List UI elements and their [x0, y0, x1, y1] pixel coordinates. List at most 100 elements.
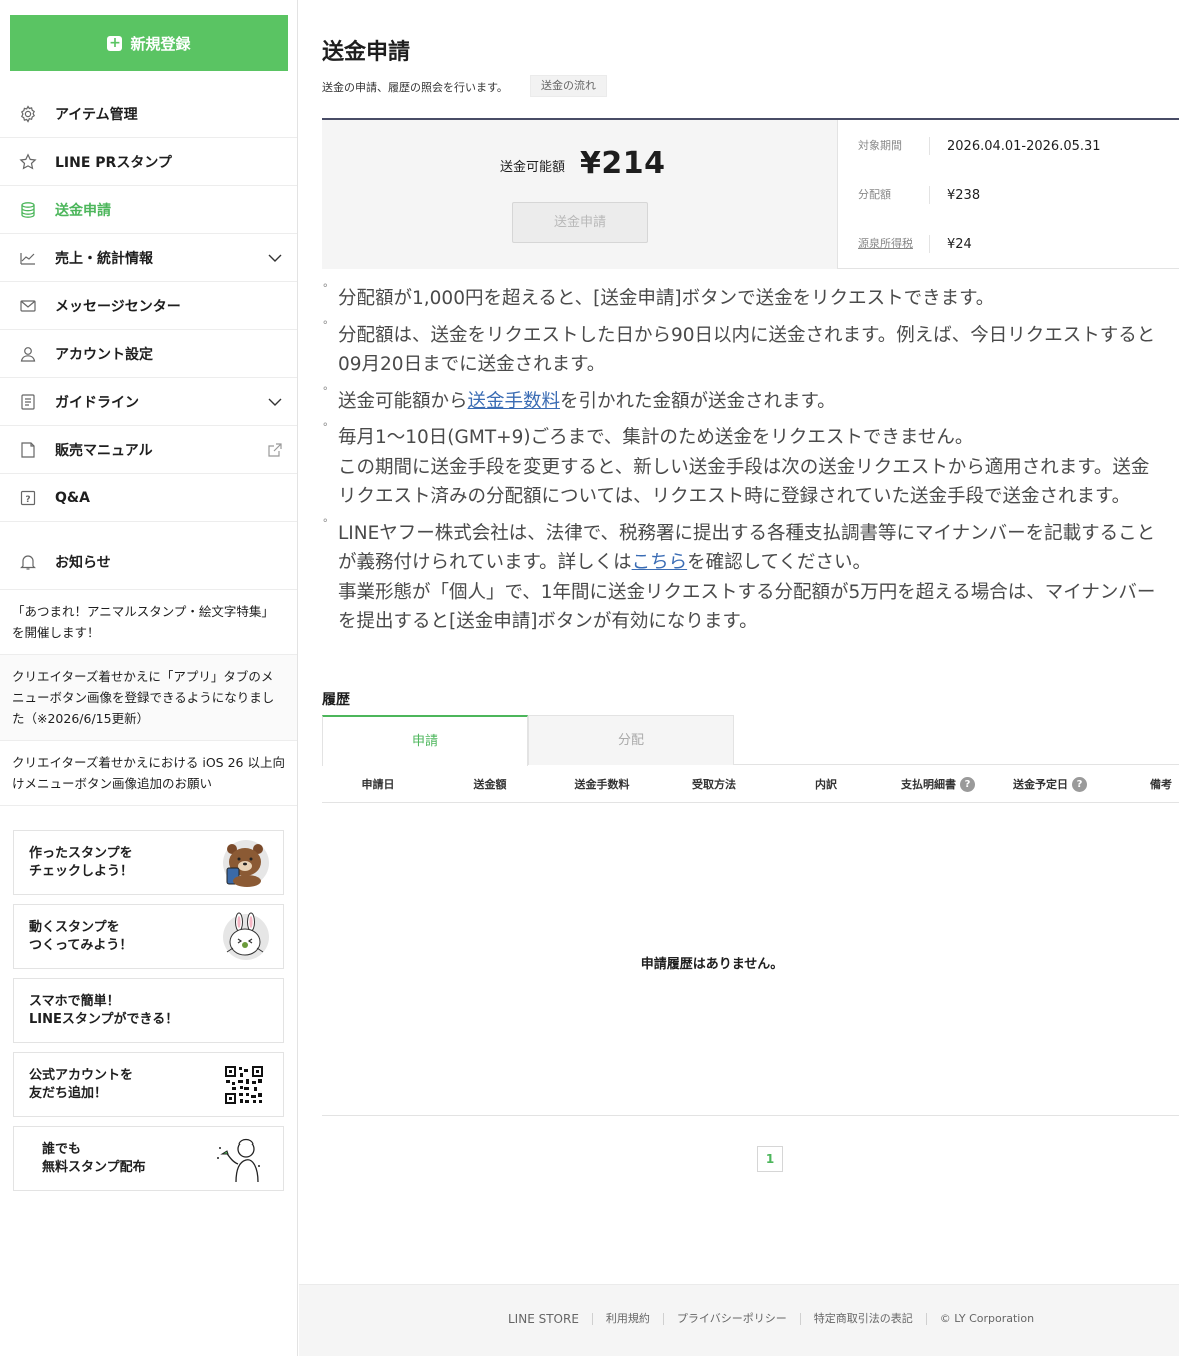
- banner-free-stamps[interactable]: 誰でも 無料スタンプ配布: [13, 1126, 284, 1191]
- table-divider: [322, 1115, 1179, 1116]
- summary-row-distribution: 分配額 ¥238: [858, 185, 980, 205]
- column-header: 送金予定日?: [994, 766, 1106, 803]
- mail-icon: [19, 297, 37, 315]
- column-header: 送金額: [434, 766, 546, 803]
- sidebar-item-pr-stamp[interactable]: LINE PRスタンプ: [0, 138, 297, 186]
- sidebar-item-guideline[interactable]: ガイドライン: [0, 378, 297, 426]
- external-link-icon: [268, 443, 282, 457]
- question-icon: ?: [19, 489, 37, 507]
- banner-text: 公式アカウントを 友だち追加！: [29, 1067, 134, 1101]
- brown-bear-icon: [223, 840, 269, 887]
- note-line: 送金可能額から送金手数料を引かれた金額が送金されます。: [338, 387, 1179, 417]
- note-text: 毎月1〜10日(GMT+9)ごろまで、集計のため送金をリクエストできません。: [338, 427, 974, 448]
- banner-text: 作ったスタンプを チェックしよう！: [29, 845, 134, 879]
- banner-text: 動くスタンプを つくってみよう！: [29, 919, 133, 953]
- remittance-fee-link[interactable]: 送金手数料: [468, 391, 561, 412]
- chevron-down-icon[interactable]: [267, 250, 283, 266]
- remittance-summary: 送金可能額 ¥214 送金申請 対象期間 2026.04.01-2026.05.…: [322, 118, 1179, 269]
- note-text: LINEヤフー株式会社は、法律で、税務署に提出する各種支払調書等にマイナンバーを…: [338, 522, 1156, 544]
- column-header: 備考: [1122, 766, 1179, 803]
- sidebar-item-label: LINE PRスタンプ: [55, 154, 172, 171]
- my-number-details-link[interactable]: こちら: [632, 552, 688, 573]
- sidebar-item-notice[interactable]: お知らせ: [0, 534, 297, 590]
- book-icon: [19, 441, 37, 459]
- sidebar-item-sales-manual[interactable]: 販売マニュアル: [0, 426, 297, 474]
- help-icon[interactable]: ?: [1072, 777, 1087, 792]
- sidebar-item-label: メッセージセンター: [55, 298, 181, 315]
- banner-text: スマホで簡単！ LINEスタンプができる！: [29, 993, 179, 1027]
- remittance-flow-button[interactable]: 送金の流れ: [530, 75, 607, 97]
- svg-text:?: ?: [25, 495, 30, 505]
- sidebar-item-item-management[interactable]: アイテム管理: [0, 90, 297, 138]
- footer-link-commerce-law[interactable]: 特定商取引法の表記: [801, 1312, 927, 1325]
- available-amount-value: ¥214: [580, 146, 666, 181]
- sidebar-item-remittance[interactable]: 送金申請: [0, 186, 297, 234]
- footer-link-line-store[interactable]: LINE STORE: [508, 1312, 593, 1325]
- footer-link-terms[interactable]: 利用規約: [593, 1312, 664, 1325]
- send-request-button[interactable]: 送金申請: [512, 202, 648, 243]
- sidebar-item-sales-stats[interactable]: 売上・統計情報: [0, 234, 297, 282]
- tab-application[interactable]: 申請: [322, 715, 528, 766]
- sidebar-item-qa[interactable]: ? Q&A: [0, 474, 297, 522]
- note-text: が義務付けられています。詳しくは: [338, 552, 632, 573]
- coins-icon: [19, 201, 37, 219]
- footer: LINE STORE 利用規約 プライバシーポリシー 特定商取引法の表記 © L…: [299, 1284, 1179, 1356]
- column-label: 送金手数料: [574, 778, 630, 791]
- note-text: を提出すると[送金申請]ボタンが有効になります。: [338, 611, 758, 632]
- sidebar-nav: アイテム管理 LINE PRスタンプ 送金申請 売上・統計情報 メッセージセンタ…: [0, 90, 297, 806]
- qr-code-icon: [225, 1066, 263, 1104]
- column-label: 支払明細書: [901, 778, 956, 791]
- summary-label: 対象期間: [858, 137, 930, 155]
- banner-smartphone-stamps[interactable]: スマホで簡単！ LINEスタンプができる！: [13, 978, 284, 1043]
- sidebar-item-label: 送金申請: [55, 202, 111, 219]
- note-text: この期間に送金手段を変更すると、新しい送金手段は次の送金リクエストから適用されま…: [338, 456, 1150, 478]
- banner-animated-stamps[interactable]: 動くスタンプを つくってみよう！: [13, 904, 284, 969]
- bell-icon: [19, 553, 37, 571]
- user-icon: [19, 345, 37, 363]
- history-table-header: 申請日 送金額 送金手数料 受取方法 内訳 支払明細書? 送金予定日? 備考: [322, 766, 1179, 803]
- summary-value: 2026.04.01-2026.05.31: [947, 138, 1101, 154]
- note-item: 分配額は、送金をリクエストした日から90日以内に送金されます。例えば、今日リクエ…: [322, 314, 1179, 380]
- column-header: 内訳: [770, 766, 882, 803]
- sidebar-item-label: 売上・統計情報: [55, 250, 153, 267]
- footer-copyright: © LY Corporation: [939, 1312, 1035, 1325]
- banner-check-stamps[interactable]: 作ったスタンプを チェックしよう！: [13, 830, 284, 895]
- main-content: 送金申請 送金の申請、履歴の照会を行います。 送金の流れ 送金可能額 ¥214 …: [298, 0, 1179, 1284]
- document-icon: [19, 393, 37, 411]
- summary-row-period: 対象期間 2026.04.01-2026.05.31: [858, 136, 1101, 156]
- note-item: 送金可能額から送金手数料を引かれた金額が送金されます。: [322, 380, 1179, 417]
- person-illustration-icon: [217, 1138, 260, 1183]
- summary-value: ¥24: [947, 236, 972, 252]
- sidebar-item-label: 販売マニュアル: [55, 442, 153, 459]
- withholding-tax-link[interactable]: 源泉所得税: [858, 235, 930, 253]
- banner-text: 誰でも 無料スタンプ配布: [42, 1141, 146, 1175]
- new-register-button[interactable]: + 新規登録: [10, 15, 288, 71]
- footer-link-privacy[interactable]: プライバシーポリシー: [664, 1312, 801, 1325]
- column-label: 送金額: [473, 778, 507, 791]
- note-item: 分配額が1,000円を超えると、[送金申請]ボタンで送金をリクエストできます。: [322, 277, 1179, 314]
- column-header: 受取方法: [658, 766, 770, 803]
- sidebar-item-account-settings[interactable]: アカウント設定: [0, 330, 297, 378]
- banner-official-account[interactable]: 公式アカウントを 友だち追加！: [13, 1052, 284, 1117]
- chevron-down-icon[interactable]: [267, 394, 283, 410]
- note-line: が義務付けられています。詳しくはこちらを確認してください。: [338, 548, 1179, 578]
- cony-rabbit-icon: [223, 912, 269, 960]
- footer-links: LINE STORE 利用規約 プライバシーポリシー 特定商取引法の表記 © L…: [508, 1312, 1034, 1325]
- plus-icon: +: [107, 34, 123, 51]
- empty-history-message: 申請履歴はありません。: [640, 957, 784, 972]
- news-item[interactable]: クリエイターズ着せかえにおける iOS 26 以上向けメニューボタン画像追加のお…: [0, 741, 297, 806]
- column-label: 内訳: [815, 778, 837, 791]
- help-icon[interactable]: ?: [960, 777, 975, 792]
- news-item[interactable]: 「あつまれ！アニマルスタンプ・絵文字特集」を開催します！: [0, 590, 297, 655]
- pagination-page-1[interactable]: 1: [757, 1146, 783, 1172]
- column-header: 送金手数料: [546, 766, 658, 803]
- remittance-notes: 分配額が1,000円を超えると、[送金申請]ボタンで送金をリクエストできます。 …: [322, 277, 1179, 644]
- history-tabs: 申請 分配: [322, 715, 1179, 766]
- summary-value: ¥238: [947, 187, 981, 203]
- news-item[interactable]: クリエイターズ着せかえに「アプリ」タブのメニューボタン画像を登録できるようになり…: [0, 655, 297, 741]
- tab-distribution[interactable]: 分配: [528, 715, 734, 765]
- column-header: 申請日: [322, 766, 434, 803]
- sidebar-item-label: ガイドライン: [55, 394, 139, 411]
- note-item: 毎月1〜10日(GMT+9)ごろまで、集計のため送金をリクエストできません。 こ…: [322, 416, 1179, 512]
- sidebar-item-message-center[interactable]: メッセージセンター: [0, 282, 297, 330]
